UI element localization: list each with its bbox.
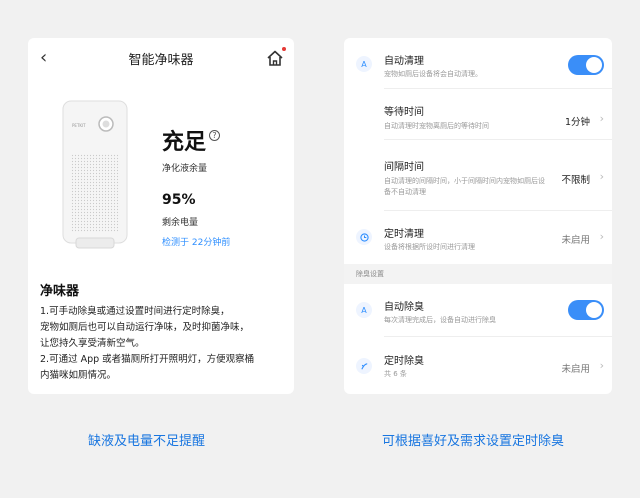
status-panel: 充足 ? 净化液余量 95% 剩余电量 检测于 22分钟前: [162, 124, 230, 248]
setting-title: 等待时间: [384, 107, 424, 118]
settings-screen: A 自动清理 宠物如厕后设备将会自动清理。 等待时间 自动清理时宠物离厕后的等待…: [344, 38, 612, 394]
liquid-status: 充足: [162, 130, 207, 155]
caption-left: 缺液及电量不足提醒: [88, 434, 206, 449]
setting-title: 自动清理: [384, 56, 424, 67]
setting-hint: 宠物如厕后设备将会自动清理。: [384, 70, 482, 78]
setting-hint: 备不自动清理: [384, 188, 426, 196]
battery-percent: 95%: [162, 192, 196, 208]
setting-title: 自动除臭: [384, 302, 424, 313]
setting-title: 定时除臭: [384, 356, 424, 367]
deodorizer-status-screen: ‹ 智能净味器 PETKIT 充足 ? 净化液余量 95% 剩余电量 检测于 2…: [28, 38, 294, 394]
clock-icon: [356, 229, 372, 245]
section-header: 除臭设置: [344, 264, 612, 284]
setting-hint: 自动清理时宠物离厕后的等待时间: [384, 122, 489, 130]
chevron-right-icon: ›: [599, 359, 604, 372]
setting-hint: 自动清理的间隔时间，小于间隔时间内宠物如厕后设: [384, 177, 545, 185]
auto-icon: A: [356, 302, 372, 318]
deodorizer-device-image: PETKIT: [62, 100, 128, 249]
help-icon[interactable]: ?: [209, 129, 221, 141]
battery-label: 剩余电量: [162, 218, 199, 228]
auto-clean-toggle[interactable]: [568, 55, 604, 75]
setting-scheduled-deodor[interactable]: 定时除臭 共 6 条 未启用 ›: [344, 337, 612, 394]
description-line: 内猫咪如厕情况。: [40, 370, 117, 381]
setting-interval[interactable]: 间隔时间 自动清理的间隔时间，小于间隔时间内宠物如厕后设 备不自动清理 不限制 …: [344, 140, 612, 210]
interval-value: 不限制: [561, 175, 590, 186]
setting-scheduled-clean[interactable]: 定时清理 设备将根据所设时间进行清理 未启用 ›: [344, 211, 612, 264]
caption-right: 可根据喜好及需求设置定时除臭: [382, 434, 565, 449]
setting-hint: 每次清理完成后，设备自动进行除臭: [384, 316, 496, 324]
setting-auto-deodor[interactable]: A 自动除臭 每次清理完成后，设备自动进行除臭: [344, 284, 612, 336]
liquid-label: 净化液余量: [162, 164, 208, 174]
setting-hint: 共 6 条: [384, 370, 407, 378]
nav-bar: ‹ 智能净味器: [28, 38, 294, 78]
scheduled-deodor-value: 未启用: [561, 364, 590, 375]
description-line: 2.可通过 App 或者猫厕所打开照明灯，方便观察桶: [40, 354, 255, 365]
scheduled-clean-value: 未启用: [561, 235, 590, 246]
home-icon[interactable]: [266, 49, 284, 67]
description-line: 让您持久享受清新空气。: [40, 338, 145, 349]
description-text: 1.可手动除臭或通过设置时间进行定时除臭， 宠物如厕后也可以自动运行净味，及时抑…: [40, 304, 290, 384]
setting-title: 定时清理: [384, 229, 424, 240]
section-label: 除臭设置: [356, 270, 384, 278]
page-title: 智能净味器: [128, 52, 194, 68]
chevron-right-icon: ›: [599, 170, 604, 183]
detect-time: 检测于 22分钟前: [162, 238, 231, 248]
auto-icon: A: [356, 56, 372, 72]
device-brand-label: PETKIT: [72, 123, 86, 128]
description-title: 净味器: [40, 284, 80, 299]
auto-deodor-toggle[interactable]: [568, 300, 604, 320]
setting-auto-clean[interactable]: A 自动清理 宠物如厕后设备将会自动清理。: [344, 38, 612, 88]
setting-title: 间隔时间: [384, 162, 424, 173]
back-icon[interactable]: ‹: [40, 47, 47, 68]
description-line: 宠物如厕后也可以自动运行净味，及时抑菌净味，: [40, 322, 250, 333]
description-line: 1.可手动除臭或通过设置时间进行定时除臭，: [40, 306, 230, 317]
chevron-right-icon: ›: [599, 112, 604, 125]
notification-dot: [282, 47, 286, 51]
wait-time-value: 1分钟: [564, 117, 590, 128]
setting-hint: 设备将根据所设时间进行清理: [384, 243, 475, 251]
spray-icon: [356, 358, 372, 374]
setting-wait-time[interactable]: 等待时间 自动清理时宠物离厕后的等待时间 1分钟 ›: [344, 89, 612, 139]
chevron-right-icon: ›: [599, 230, 604, 243]
